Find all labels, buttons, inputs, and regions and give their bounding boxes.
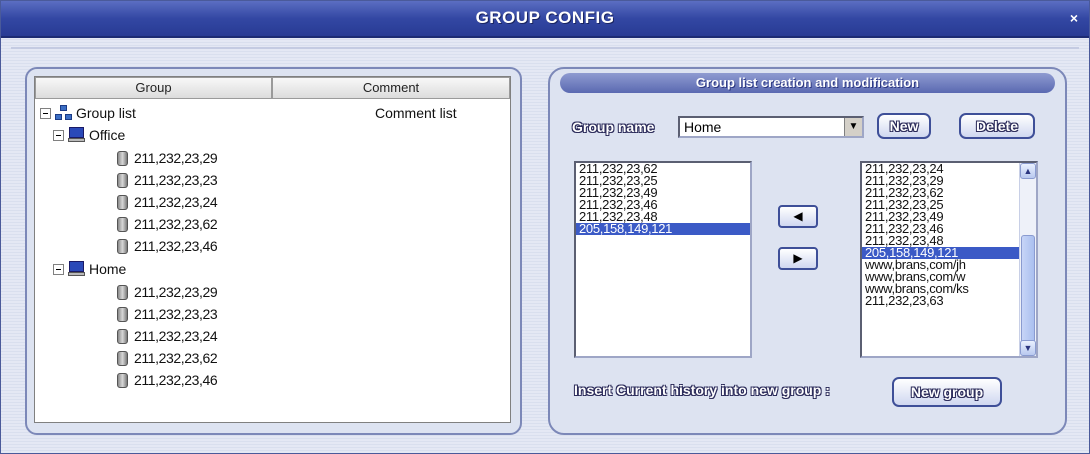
move-left-button[interactable]: ◀: [778, 205, 818, 228]
host-icon: [115, 216, 131, 233]
tree-root-comment: Comment list: [375, 105, 457, 121]
window-title: GROUP CONFIG: [475, 8, 615, 27]
computer-icon: [68, 127, 86, 143]
host-label: 211,232,23,46: [134, 238, 218, 254]
group-config-window: GROUP CONFIG × Group Comment Group list …: [0, 0, 1090, 454]
group-name-label: Group name: [572, 119, 655, 135]
tree-host[interactable]: 211,232,23,46: [115, 237, 218, 255]
host-icon: [115, 372, 131, 389]
group-edit-panel: Group list creation and modification Gro…: [548, 67, 1067, 435]
computer-icon: [68, 261, 86, 277]
host-icon: [115, 194, 131, 211]
host-label: 211,232,23,23: [134, 172, 218, 188]
host-label: 211,232,23,46: [134, 372, 218, 388]
host-icon: [115, 172, 131, 189]
divider: [11, 47, 1079, 49]
arrow-left-icon: ◀: [793, 209, 803, 223]
host-label: 211,232,23,23: [134, 306, 218, 322]
host-icon: [115, 306, 131, 323]
move-right-button[interactable]: ▶: [778, 247, 818, 270]
host-icon: [115, 150, 131, 167]
list-item[interactable]: 211,232,23,63: [862, 294, 1020, 307]
host-label: 211,232,23,29: [134, 150, 218, 166]
list-item[interactable]: 205,158,149,121: [576, 222, 750, 235]
new-button[interactable]: New: [877, 113, 931, 139]
scroll-thumb[interactable]: [1021, 235, 1035, 345]
group-label: Office: [89, 127, 126, 143]
tree-host[interactable]: 211,232,23,24: [115, 327, 218, 345]
host-label: 211,232,23,24: [134, 194, 218, 210]
insert-history-label: Insert Current history into new group :: [574, 382, 830, 398]
column-header-group[interactable]: Group: [35, 77, 272, 99]
tree-host[interactable]: 211,232,23,46: [115, 371, 218, 389]
tree-root-label: Group list: [76, 105, 136, 121]
collapse-icon[interactable]: [53, 129, 64, 141]
host-icon: [115, 350, 131, 367]
tree-node-root[interactable]: Group list: [40, 104, 136, 122]
group-hosts-list[interactable]: 211,232,23,24 211,232,23,29 211,232,23,62 2…: [860, 161, 1038, 358]
chevron-down-icon[interactable]: ▼: [844, 118, 862, 136]
tree-host[interactable]: 211,232,23,24: [115, 193, 218, 211]
tree-host[interactable]: 211,232,23,23: [115, 305, 218, 323]
group-name-select[interactable]: Home ▼: [678, 116, 864, 138]
group-tree-panel: Group Comment Group list Comment list Of…: [25, 67, 522, 435]
delete-button[interactable]: Delete: [959, 113, 1035, 139]
list-scrollbar[interactable]: ▲ ▼: [1019, 163, 1036, 356]
panel-title: Group list creation and modification: [560, 73, 1055, 93]
tree-host[interactable]: 211,232,23,29: [115, 283, 218, 301]
host-label: 211,232,23,62: [134, 216, 218, 232]
tree-node-group[interactable]: Home: [53, 260, 126, 278]
tree-node-group[interactable]: Office: [53, 126, 125, 144]
close-icon[interactable]: ×: [1065, 9, 1083, 27]
title-bar[interactable]: GROUP CONFIG ×: [1, 1, 1089, 38]
scroll-up-icon[interactable]: ▲: [1020, 163, 1036, 179]
host-label: 211,232,23,62: [134, 350, 218, 366]
group-label: Home: [89, 261, 127, 277]
arrow-right-icon: ▶: [793, 251, 803, 265]
group-tree[interactable]: Group Comment Group list Comment list Of…: [34, 76, 511, 423]
host-icon: [115, 328, 131, 345]
tree-host[interactable]: 211,232,23,62: [115, 349, 218, 367]
tree-host[interactable]: 211,232,23,62: [115, 215, 218, 233]
collapse-icon[interactable]: [40, 107, 51, 119]
scroll-down-icon[interactable]: ▼: [1020, 340, 1036, 356]
collapse-icon[interactable]: [53, 263, 64, 275]
host-label: 211,232,23,24: [134, 328, 218, 344]
host-icon: [115, 284, 131, 301]
network-icon: [55, 105, 73, 121]
available-hosts-list[interactable]: 211,232,23,62 211,232,23,25 211,232,23,49 2…: [574, 161, 752, 358]
host-label: 211,232,23,29: [134, 284, 218, 300]
new-group-button[interactable]: New group: [892, 377, 1002, 407]
tree-host[interactable]: 211,232,23,29: [115, 149, 218, 167]
column-header-comment[interactable]: Comment: [272, 77, 510, 99]
group-name-value: Home: [684, 119, 722, 135]
host-icon: [115, 238, 131, 255]
tree-host[interactable]: 211,232,23,23: [115, 171, 218, 189]
